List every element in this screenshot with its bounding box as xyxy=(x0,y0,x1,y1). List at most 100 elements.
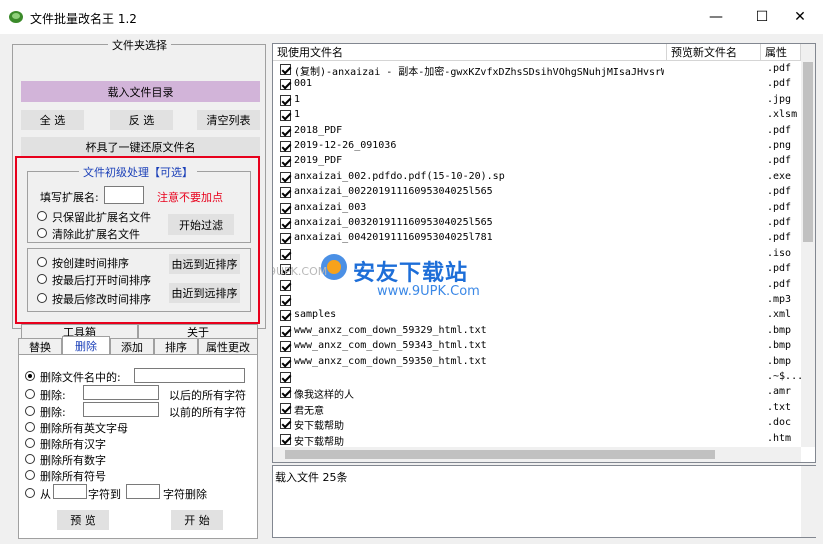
table-row[interactable]: samples .xml xyxy=(273,308,815,324)
delete-in-name-radio[interactable] xyxy=(25,371,35,381)
row-checkbox[interactable] xyxy=(280,433,291,445)
hscroll-thumb[interactable] xyxy=(285,450,715,459)
select-all-button[interactable]: 全 选 xyxy=(21,110,84,130)
tab-about[interactable]: 关于 xyxy=(138,324,258,339)
delete-english-radio[interactable] xyxy=(25,422,35,432)
keep-ext-radio[interactable] xyxy=(37,211,47,221)
delete-digits-radio[interactable] xyxy=(25,454,35,464)
row-checkbox[interactable] xyxy=(280,233,291,245)
row-checkbox[interactable] xyxy=(280,156,291,168)
row-checkbox[interactable] xyxy=(280,418,291,430)
row-checkbox[interactable] xyxy=(280,125,291,137)
table-row[interactable]: anxaizai_003 .pdf xyxy=(273,201,815,217)
row-checkbox[interactable] xyxy=(280,202,291,214)
tab-add[interactable]: 添加 xyxy=(110,338,154,354)
table-row[interactable]: .~$... xyxy=(273,370,815,386)
clear-list-button[interactable]: 清空列表 xyxy=(197,110,260,130)
near-to-far-button[interactable]: 由近到远排序 xyxy=(169,283,240,303)
row-checkbox[interactable] xyxy=(280,94,291,106)
vertical-scrollbar[interactable] xyxy=(801,44,815,447)
sort-create-radio[interactable] xyxy=(37,257,47,267)
tab-sort[interactable]: 排序 xyxy=(154,338,198,354)
table-row[interactable]: anxaizai_00320191116095304025l565 .pdf xyxy=(273,216,815,232)
preview-button[interactable]: 预 览 xyxy=(57,510,109,530)
table-row[interactable]: (复制)-anxaizai - 副本-加密-gwxKZvfxDZhsSDsihV… xyxy=(273,62,815,78)
delete-symbols-radio[interactable] xyxy=(25,470,35,480)
app-icon xyxy=(9,11,23,23)
table-row[interactable]: .mp3 xyxy=(273,293,815,309)
table-row[interactable]: www_anxz_com_down_59329_html.txt .bmp xyxy=(273,324,815,340)
invert-selection-button[interactable]: 反 选 xyxy=(110,110,173,130)
header-attribute[interactable]: 属性 xyxy=(761,44,801,61)
file-list[interactable]: 现使用文件名 预览新文件名 属性 (复制)-anxaizai - 副本-加密-g… xyxy=(272,43,816,463)
table-row[interactable]: anxaizai_00220191116095304025l565 .pdf xyxy=(273,185,815,201)
table-row[interactable]: www_anxz_com_down_59343_html.txt .bmp xyxy=(273,339,815,355)
row-checkbox[interactable] xyxy=(280,356,291,368)
horizontal-scrollbar[interactable] xyxy=(273,447,801,462)
table-row[interactable]: 1 .jpg xyxy=(273,93,815,109)
close-icon: ✕ xyxy=(794,9,806,25)
row-filename: 像我这样的人 xyxy=(294,390,354,402)
delete-after-input[interactable] xyxy=(83,385,159,400)
row-checkbox[interactable] xyxy=(280,187,291,199)
tab-replace[interactable]: 替换 xyxy=(18,338,62,354)
sort-open-radio[interactable] xyxy=(37,274,47,284)
far-to-near-button[interactable]: 由远到近排序 xyxy=(169,254,240,274)
clear-ext-radio[interactable] xyxy=(37,228,47,238)
delete-before-input[interactable] xyxy=(83,402,159,417)
table-row[interactable]: anxaizai_002.pdfdo.pdf(15-10-20).sp .exe xyxy=(273,170,815,186)
row-checkbox[interactable] xyxy=(280,295,291,306)
range-start-stepper[interactable] xyxy=(53,484,87,499)
start-button[interactable]: 开 始 xyxy=(171,510,223,530)
start-filter-button[interactable]: 开始过滤 xyxy=(168,214,234,235)
tab-attributes[interactable]: 属性更改 xyxy=(198,338,258,354)
table-row[interactable]: 001 .pdf xyxy=(273,77,815,93)
scrollbar-thumb[interactable] xyxy=(803,62,813,242)
table-row[interactable]: 安下载帮助 .doc xyxy=(273,416,815,432)
row-checkbox[interactable] xyxy=(280,110,291,122)
delete-chinese-radio[interactable] xyxy=(25,438,35,448)
row-checkbox[interactable] xyxy=(280,248,291,260)
tab-delete[interactable]: 删除 xyxy=(62,336,110,354)
row-checkbox[interactable] xyxy=(280,79,291,91)
delete-in-name-input[interactable] xyxy=(134,368,245,383)
minimize-button[interactable]: — xyxy=(693,0,739,34)
row-checkbox[interactable] xyxy=(280,64,291,75)
row-filename: anxaizai_00420191116095304025l781 xyxy=(294,232,493,244)
restore-names-button[interactable]: 杯具了一键还原文件名 xyxy=(21,137,260,156)
delete-range-radio[interactable] xyxy=(25,488,35,498)
table-row[interactable]: anxaizai_00420191116095304025l781 .pdf xyxy=(273,231,815,247)
table-row[interactable]: 2019-12-26_091036 .png xyxy=(273,139,815,155)
row-checkbox[interactable] xyxy=(280,372,291,383)
row-extension: .xml xyxy=(767,309,792,321)
row-checkbox[interactable] xyxy=(280,279,291,291)
row-checkbox[interactable] xyxy=(280,387,291,399)
delete-after-radio[interactable] xyxy=(25,389,35,399)
header-preview-name[interactable]: 预览新文件名 xyxy=(667,44,761,61)
maximize-icon: ☐ xyxy=(755,9,769,25)
delete-after-suffix: 以后的所有字符 xyxy=(169,389,246,402)
row-checkbox[interactable] xyxy=(280,171,291,183)
table-row[interactable]: 君无意 .txt xyxy=(273,401,815,417)
row-checkbox[interactable] xyxy=(280,341,291,353)
log-scrollbar[interactable] xyxy=(801,466,816,537)
row-checkbox[interactable] xyxy=(280,218,291,229)
close-button[interactable]: ✕ xyxy=(777,0,823,34)
header-current-name[interactable]: 现使用文件名 xyxy=(273,44,667,61)
row-checkbox[interactable] xyxy=(280,141,291,152)
row-checkbox[interactable] xyxy=(280,325,291,337)
table-row[interactable]: 像我这样的人 .amr xyxy=(273,385,815,402)
table-row[interactable]: 安下载帮助 .htm xyxy=(273,432,815,448)
table-row[interactable]: 2018_PDF .pdf xyxy=(273,124,815,140)
row-checkbox[interactable] xyxy=(280,310,291,322)
delete-after-label: 删除: xyxy=(40,389,66,402)
delete-before-radio[interactable] xyxy=(25,406,35,416)
row-checkbox[interactable] xyxy=(280,402,291,414)
load-directory-button[interactable]: 载入文件目录 xyxy=(21,81,260,102)
ext-input[interactable] xyxy=(104,186,144,204)
table-row[interactable]: 1 .xlsm xyxy=(273,108,815,124)
table-row[interactable]: www_anxz_com_down_59350_html.txt .bmp xyxy=(273,355,815,371)
sort-modify-radio[interactable] xyxy=(37,293,47,303)
range-end-stepper[interactable] xyxy=(126,484,160,499)
table-row[interactable]: 2019_PDF .pdf xyxy=(273,154,815,170)
